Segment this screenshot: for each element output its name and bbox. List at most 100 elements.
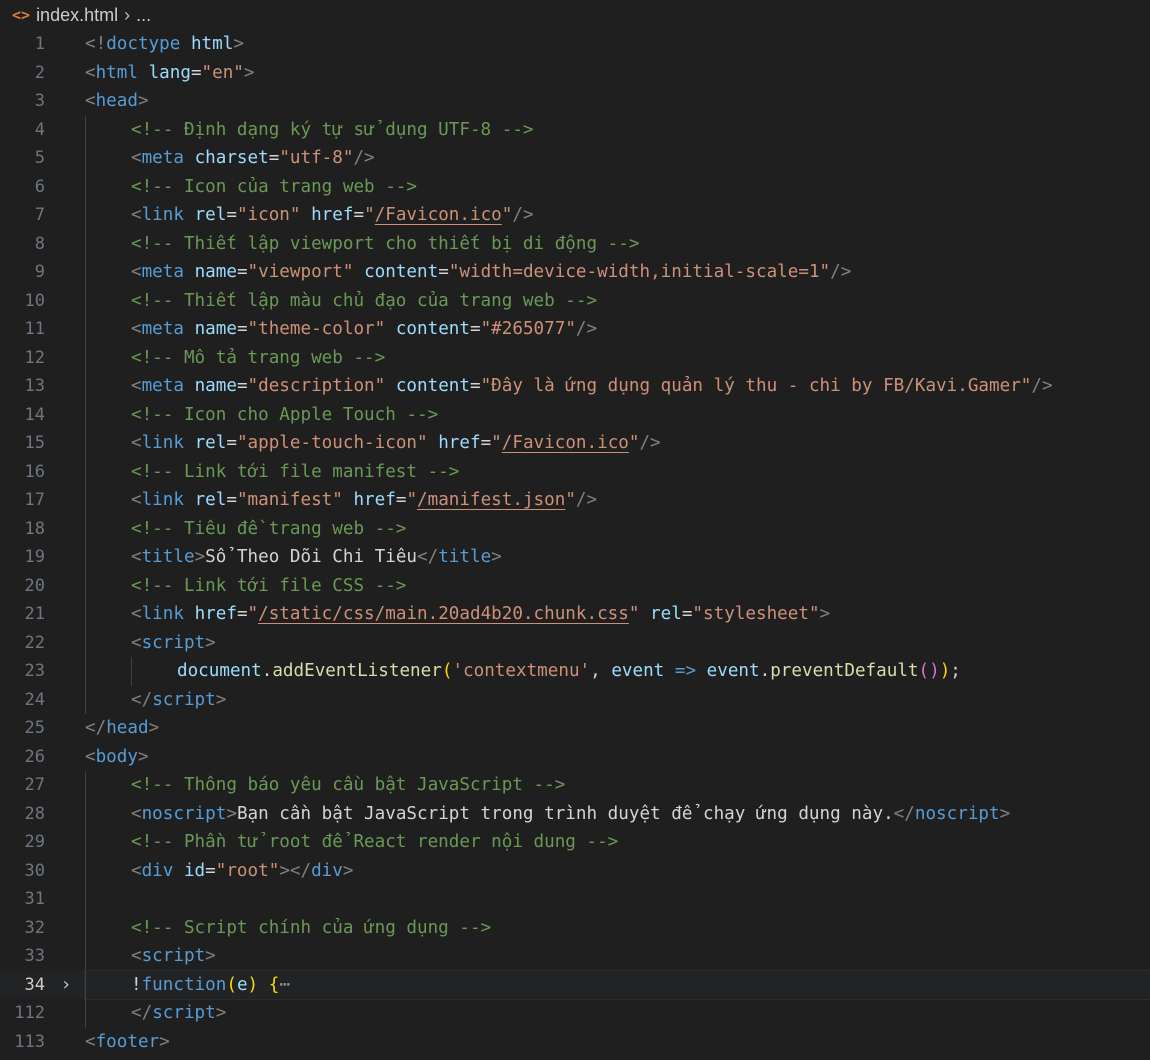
code-text: <!-- Script chính của ứng dụng --> — [85, 914, 1150, 943]
line-number: 15 — [24, 433, 45, 453]
line-number: 11 — [24, 319, 45, 339]
code-token: html — [190, 34, 234, 54]
code-line[interactable]: 27 <!-- Thông báo yêu cầu bật JavaScript … — [0, 771, 1150, 800]
code-token: doctype — [106, 34, 181, 54]
code-text: <!doctype html> — [85, 30, 1150, 59]
code-token: < — [131, 946, 142, 966]
code-line[interactable]: 32 <!-- Script chính của ứng dụng --> — [0, 913, 1150, 943]
breadcrumb-file-name[interactable]: index.html — [36, 5, 118, 26]
code-line[interactable]: 25 </head> — [0, 714, 1150, 743]
file-link[interactable]: /Favicon.ico — [375, 205, 502, 225]
code-token: <! — [85, 34, 107, 54]
code-line[interactable]: 26 <body> — [0, 743, 1150, 772]
code-token: > — [243, 62, 255, 83]
code-token: "description" — [247, 376, 386, 396]
line-number: 6 — [34, 176, 45, 197]
code-line[interactable]: 9 <meta name="viewport" content="width=de… — [0, 258, 1150, 287]
code-line[interactable]: 28 <noscript>Bạn cần bật JavaScript trong… — [0, 799, 1150, 828]
line-number: 112 — [14, 1003, 45, 1023]
code-token: " — [406, 490, 418, 510]
code-token: </ — [131, 689, 153, 710]
code-token: <!-- Link tới file CSS --> — [131, 575, 407, 596]
code-line[interactable]: 24 </script> — [0, 685, 1150, 714]
code-token: => — [674, 661, 697, 681]
code-token: . — [759, 661, 771, 681]
code-line[interactable]: 113 <footer> — [0, 1028, 1150, 1057]
code-text: <!-- Tiêu đề trang web --> — [85, 515, 1150, 544]
line-number: 25 — [24, 718, 45, 738]
code-token: "utf-8" — [279, 148, 354, 168]
code-line[interactable]: 11 <meta name="theme-color" content="#265… — [0, 315, 1150, 344]
code-token: ! — [131, 974, 142, 995]
code-line[interactable]: 19 <title>Sổ Theo Dõi Chi Tiêu</title> — [0, 543, 1150, 572]
code-token: head — [106, 718, 149, 738]
code-line[interactable]: 7 <link rel="icon" href="/Favicon.ico"/> — [0, 201, 1150, 230]
code-token[interactable]: ⋯ — [279, 975, 290, 995]
fold-chevron-icon[interactable]: › — [58, 971, 74, 1000]
code-line[interactable]: 112 </script> — [0, 999, 1150, 1028]
code-line[interactable]: 3 <head> — [0, 87, 1150, 116]
code-token: > — [215, 689, 227, 710]
line-number: 24 — [24, 689, 45, 710]
code-token: <!-- Thông báo yêu cầu bật JavaScript --… — [131, 775, 566, 795]
line-number: 3 — [34, 91, 45, 111]
code-token: "manifest" — [236, 490, 343, 510]
breadcrumb-more[interactable]: ... — [136, 5, 151, 26]
file-link[interactable]: /Favicon.ico — [502, 433, 629, 453]
code-text: </head> — [85, 714, 1150, 743]
code-editor[interactable]: 1 <!doctype html> 2 <html lang="en"> 3 <head>… — [0, 30, 1150, 1056]
code-token: <!-- Phần tử root để React render nội du… — [131, 832, 619, 852]
code-line[interactable]: 29 <!-- Phần tử root để React render nội … — [0, 828, 1150, 857]
code-line[interactable]: 16 <!-- Link tới file manifest --> — [0, 457, 1150, 486]
code-line[interactable]: 1 <!doctype html> — [0, 30, 1150, 59]
code-line[interactable]: 33 <script> — [0, 942, 1150, 971]
code-line[interactable]: 5 <meta charset="utf-8"/> — [0, 144, 1150, 173]
file-link[interactable]: /static/css/main.20ad4b20.chunk.css — [258, 604, 629, 624]
code-line[interactable]: 12 <!-- Mô tả trang web --> — [0, 343, 1150, 372]
file-link[interactable]: /manifest.json — [417, 490, 565, 510]
code-line[interactable]: 18 <!-- Tiêu đề trang web --> — [0, 514, 1150, 544]
line-number: 5 — [34, 148, 45, 168]
code-token: = — [480, 433, 492, 453]
code-line[interactable]: 10 <!-- Thiết lập màu chủ đạo của trang w… — [0, 286, 1150, 315]
code-line[interactable]: 13 <meta name="description" content="Đây … — [0, 372, 1150, 401]
code-line[interactable]: 4 <!-- Định dạng ký tự sử dụng UTF-8 --> — [0, 115, 1150, 144]
code-token: name — [194, 262, 237, 282]
code-token: < — [131, 205, 142, 225]
code-token: noscript — [141, 803, 227, 824]
line-number: 113 — [14, 1031, 45, 1052]
code-token: > — [194, 547, 206, 567]
code-token: "en" — [201, 62, 244, 83]
code-line[interactable]: 30 <div id="root"></div> — [0, 856, 1150, 885]
code-token: = — [236, 376, 248, 396]
code-token: < — [131, 319, 142, 339]
code-line[interactable]: 22 <script> — [0, 628, 1150, 657]
code-line[interactable]: 6 <!-- Icon của trang web --> — [0, 172, 1150, 201]
code-token: </ — [85, 718, 107, 738]
code-line[interactable]: 20 <!-- Link tới file CSS --> — [0, 571, 1150, 600]
code-token: link — [141, 604, 184, 624]
line-number: 21 — [24, 604, 45, 624]
code-line[interactable]: 31 — [0, 885, 1150, 914]
code-line[interactable]: 23 document.addEventListener('contextmenu… — [0, 657, 1150, 686]
code-line[interactable]: 17 <link rel="manifest" href="/manifest.j… — [0, 486, 1150, 515]
code-token: = — [395, 490, 407, 510]
code-token: = — [438, 262, 449, 282]
line-number: 12 — [24, 347, 45, 368]
code-token: < — [131, 604, 142, 624]
code-token: " — [628, 433, 640, 453]
code-line[interactable]: 15 <link rel="apple-touch-icon" href="/Fa… — [0, 429, 1150, 458]
code-line[interactable]: 8 <!-- Thiết lập viewport cho thiết bị di… — [0, 229, 1150, 258]
code-line[interactable]: 21 <link href="/static/css/main.20ad4b20.… — [0, 600, 1150, 629]
code-text: <footer> — [85, 1028, 1150, 1057]
code-token: ( — [441, 661, 453, 681]
code-token: > — [342, 860, 354, 881]
code-line[interactable]: 2 <html lang="en"> — [0, 59, 1150, 88]
code-line[interactable]: 14 <!-- Icon cho Apple Touch --> — [0, 400, 1150, 429]
code-line[interactable]: 34 › !function(e) {⋯ — [0, 969, 1150, 1000]
